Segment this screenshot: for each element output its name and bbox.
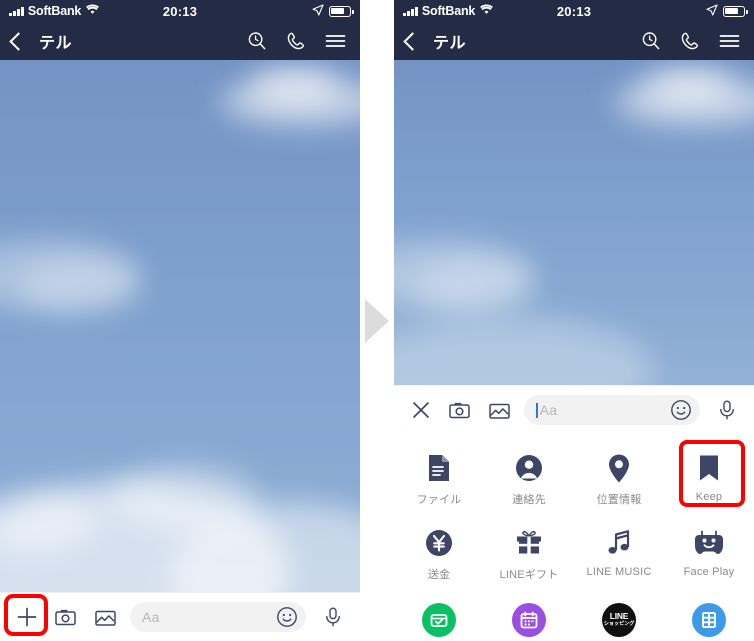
chat-title: テル (39, 35, 73, 52)
line-shopping-sub-text: ショッピング (603, 621, 635, 628)
chat-header-actions (247, 31, 346, 51)
camera-icon[interactable] (50, 602, 80, 632)
back-chevron-icon[interactable] (403, 31, 422, 51)
attachment-item-location[interactable]: 位置情報 (574, 442, 664, 517)
battery-icon (329, 5, 354, 17)
message-input-bar-left: Aa (0, 592, 360, 641)
carrier-label: SoftBank (421, 4, 476, 18)
photo-gallery-icon[interactable] (484, 395, 514, 425)
yen-transfer-icon (424, 525, 454, 561)
attachment-plus-button[interactable] (12, 602, 42, 632)
smiley-face-icon[interactable] (670, 399, 692, 421)
line-shopping-app-icon: LINE ショッピング (602, 603, 636, 637)
attachment-item-contact[interactable]: 連絡先 (484, 442, 574, 517)
status-bar-left: SoftBank 20:13 (0, 0, 360, 22)
location-pin-icon (607, 450, 631, 486)
message-text-input[interactable]: Aa (524, 395, 700, 425)
attachment-item-keep[interactable]: Keep (664, 442, 754, 517)
status-bar-right: SoftBank 20:13 (394, 0, 754, 22)
comparison-separator (360, 0, 394, 641)
app-shortcut-shopping[interactable]: LINE ショッピング (574, 596, 664, 641)
message-input-placeholder: Aa (142, 609, 160, 625)
line-todo-app-icon (422, 603, 456, 637)
attachment-item-file[interactable]: ファイル (394, 442, 484, 517)
status-bar-right-group (706, 3, 748, 19)
status-bar-left-group: SoftBank (9, 4, 100, 18)
close-x-icon[interactable] (406, 395, 436, 425)
smiley-face-icon[interactable] (276, 606, 298, 628)
attachment-label: Face Play (683, 566, 735, 578)
phone-screenshot-after: SoftBank 20:13 テル Aa ファイル 連絡先 位置情報 Keep … (394, 0, 754, 641)
attachment-label: LINE MUSIC (586, 566, 652, 578)
attachment-label: LINEギフト (499, 569, 559, 581)
attachment-row-3-apps: LINE ショッピング (394, 592, 754, 641)
line-ledger-app-icon (692, 603, 726, 637)
location-arrow-icon (312, 3, 324, 19)
app-shortcut-todo[interactable] (394, 596, 484, 641)
attachment-item-transfer[interactable]: 送金 (394, 517, 484, 592)
file-document-icon (425, 450, 453, 486)
chat-wallpaper-sky-right (394, 60, 754, 385)
attachment-label: Keep (695, 491, 723, 503)
chat-header-actions (641, 31, 740, 51)
message-input-placeholder: Aa (539, 402, 558, 418)
chat-title: テル (433, 35, 467, 52)
line-calendar-app-icon (512, 603, 546, 637)
battery-icon (723, 5, 748, 17)
microphone-icon[interactable] (712, 395, 742, 425)
hamburger-menu-icon[interactable] (719, 33, 740, 49)
wifi-icon (85, 4, 100, 18)
hamburger-menu-icon[interactable] (325, 33, 346, 49)
search-history-icon[interactable] (641, 31, 661, 51)
status-bar-left-group: SoftBank (403, 4, 494, 18)
message-input-bar-right: Aa (394, 385, 754, 434)
camera-icon[interactable] (444, 395, 474, 425)
line-shopping-main-text: LINE (609, 611, 629, 622)
cloud-bottom-center-puff (110, 466, 260, 532)
attachment-item-gift[interactable]: LINEギフト (484, 517, 574, 592)
text-cursor-caret (536, 402, 538, 418)
attachment-label: 送金 (427, 569, 451, 581)
signal-bars-icon (403, 6, 418, 16)
microphone-icon[interactable] (318, 602, 348, 632)
status-bar-right-group (312, 3, 354, 19)
two-phone-comparison: SoftBank 20:13 テル Aa SoftBank 20:13 テル A… (0, 0, 754, 641)
play-arrow-right-icon (365, 298, 389, 343)
attachment-panel: ファイル 連絡先 位置情報 Keep 送金 LINEギフト LINE MUSIC… (394, 434, 754, 641)
attachment-row-1: ファイル 連絡先 位置情報 Keep (394, 434, 754, 517)
attachment-item-music[interactable]: LINE MUSIC (574, 517, 664, 592)
gift-box-icon (514, 525, 544, 561)
location-arrow-icon (706, 3, 718, 19)
signal-bars-icon (9, 6, 24, 16)
chat-header-right: テル (394, 22, 754, 60)
phone-call-icon[interactable] (680, 31, 700, 51)
line-shopping-wordmark: LINE ショッピング (604, 612, 635, 627)
search-history-icon[interactable] (247, 31, 267, 51)
attachment-row-2: 送金 LINEギフト LINE MUSIC Face Play (394, 517, 754, 592)
attachment-label: 連絡先 (512, 494, 546, 506)
cloud-top-right-2 (644, 68, 734, 102)
cloud-mid-left-2 (20, 260, 140, 312)
wifi-icon (479, 4, 494, 18)
cloud-mid-left-2 (414, 260, 534, 312)
attachment-label: ファイル (416, 494, 462, 506)
attachment-label: 位置情報 (596, 494, 642, 506)
photo-gallery-icon[interactable] (90, 602, 120, 632)
game-controller-icon (693, 525, 725, 561)
back-chevron-icon[interactable] (9, 31, 28, 51)
cloud-top-right-2 (250, 68, 340, 102)
app-shortcut-ledger[interactable] (664, 596, 754, 641)
contact-person-icon (514, 450, 544, 486)
phone-call-icon[interactable] (286, 31, 306, 51)
music-note-icon (604, 525, 634, 561)
chat-wallpaper-sky-left (0, 60, 360, 592)
bookmark-keep-icon (698, 450, 720, 486)
message-text-input[interactable]: Aa (130, 602, 306, 632)
chat-header-left: テル (0, 22, 360, 60)
carrier-label: SoftBank (27, 4, 82, 18)
app-shortcut-calendar[interactable] (484, 596, 574, 641)
phone-screenshot-before: SoftBank 20:13 テル Aa (0, 0, 360, 641)
attachment-item-faceplay[interactable]: Face Play (664, 517, 754, 592)
